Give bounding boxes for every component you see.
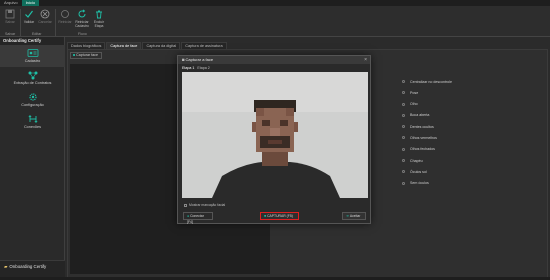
validate-button[interactable]: Validar <box>21 9 37 24</box>
show-face-mark-checkbox[interactable]: Mostrar marcação facial <box>184 203 225 207</box>
capture-face-button[interactable]: ◙ Capturar face <box>70 52 102 59</box>
tab-dados-biograficos[interactable]: Dados biográficos <box>67 42 106 49</box>
camera-icon: ◙ <box>182 57 185 62</box>
status-dot-icon <box>402 80 405 83</box>
delete-step-button[interactable]: Excluir Etapa <box>91 9 107 28</box>
tab-captura-face[interactable]: Captura de face <box>106 42 142 49</box>
settings-icon <box>0 92 65 103</box>
connections-icon <box>0 114 65 125</box>
status-dot-icon <box>402 113 405 117</box>
network-icon <box>0 70 65 81</box>
connect-button[interactable]: ●Conectar [F4] <box>183 212 213 224</box>
accept-button[interactable]: ➜Aceitar <box>342 212 366 220</box>
close-icon[interactable]: × <box>364 56 367 64</box>
plug-icon: ● <box>187 214 190 218</box>
sidebar-footer-label: Onboarding Certify <box>9 264 47 269</box>
arrow-right-icon: ➜ <box>346 214 349 218</box>
cancel-button[interactable]: Cancelar <box>37 9 53 24</box>
ribbon-group-save: Salvar <box>5 32 16 36</box>
sidebar: Onboarding Certify Cadastro Extração de … <box>0 37 65 280</box>
sidebar-item-conexoes[interactable]: Conexões <box>0 111 65 133</box>
ribbon-group-edit: Editar <box>32 32 42 36</box>
tab-captura-assinatura[interactable]: Captura de assinatura <box>181 42 227 49</box>
cancel-icon <box>40 9 50 19</box>
sidebar-title: Onboarding Certify <box>0 37 64 45</box>
status-dot-icon <box>402 102 405 106</box>
status-dot-icon <box>402 181 405 185</box>
dialog-title: Capturar a face <box>185 57 214 62</box>
tab-captura-digital[interactable]: Captura da digital <box>142 42 181 49</box>
sidebar-item-extracao[interactable]: Extração de Contratos <box>0 67 65 89</box>
folder-icon: ▰ <box>4 264 8 269</box>
status-dot-icon <box>402 147 405 151</box>
ribbon-group-flow: Fluxo <box>78 32 87 36</box>
content-tabs: Dados biográficos Captura de face Captur… <box>67 42 227 49</box>
ribbon-separator <box>55 9 56 36</box>
dialog-titlebar: ◙ Capturar a face × <box>178 56 370 64</box>
camera-icon: ■ <box>264 214 267 218</box>
refresh-icon <box>77 9 87 19</box>
delete-icon <box>94 9 104 19</box>
dialog-tabs: Etapa 1 Etapa 2 <box>182 66 210 70</box>
save-icon <box>5 9 15 19</box>
reset-icon <box>60 9 70 19</box>
reset-registration-button[interactable]: Reiniciar Cadastro <box>74 9 90 28</box>
check-icon <box>24 9 34 19</box>
checkbox-box <box>184 203 187 207</box>
sidebar-item-configuracao[interactable]: Configuração <box>0 89 65 111</box>
capture-button[interactable]: ■CAPTURAR (F5) <box>260 212 299 220</box>
save-button[interactable]: Salvar <box>2 9 18 24</box>
tab-etapa-1[interactable]: Etapa 1 <box>182 66 194 70</box>
id-card-icon <box>0 48 65 59</box>
face-preview-image <box>182 72 368 198</box>
camera-icon: ◙ <box>73 53 76 57</box>
ribbon-toolbar: Salvar Validar Cancelar Reiniciar Reinic… <box>0 6 550 37</box>
reset-button[interactable]: Reiniciar <box>57 9 73 24</box>
sidebar-item-cadastro[interactable]: Cadastro <box>0 45 65 67</box>
tab-etapa-2[interactable]: Etapa 2 <box>197 66 209 70</box>
capture-face-dialog: ◙ Capturar a face × Etapa 1 Etapa 2 Most… <box>177 55 371 224</box>
